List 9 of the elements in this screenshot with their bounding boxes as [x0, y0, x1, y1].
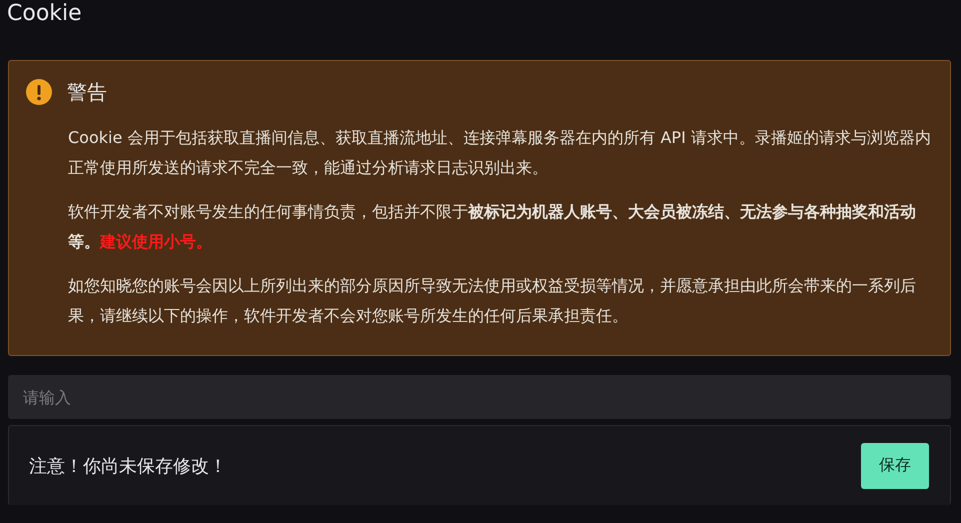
unsaved-message: 注意！你尚未保存修改！	[29, 454, 227, 478]
warning-text: 软件开发者不对账号发生的任何事情负责，包括并不限于被标记为机器人账号、大会员被冻结、无法参与各种抽奖和活动等。建议使用小号。	[68, 201, 917, 253]
warning-text: Cookie 会用于包括获取直播间信息、获取直播流地址、连接弹幕服务器在内的所有 API 请求中。录播姬的请求与浏览器内正常使用所发送的请求不完全一致，能通过分析请求日志识别出来。	[68, 127, 932, 179]
warning-icon	[26, 79, 52, 105]
warning-text: 如您知晓您的账号会因以上所列出来的部分原因所导致无法使用或权益受损等情况，并愿意承担由此所会带来的一系列后果，请继续以下的操作，软件开发者不会对您账号所发生的任何后果承担责任。	[68, 275, 917, 327]
page-title: Cookie	[6, 0, 83, 28]
input-field[interactable]: 请输入	[8, 375, 951, 419]
alert-title: 警告	[67, 78, 107, 106]
save-button[interactable]: 保存	[861, 442, 929, 488]
